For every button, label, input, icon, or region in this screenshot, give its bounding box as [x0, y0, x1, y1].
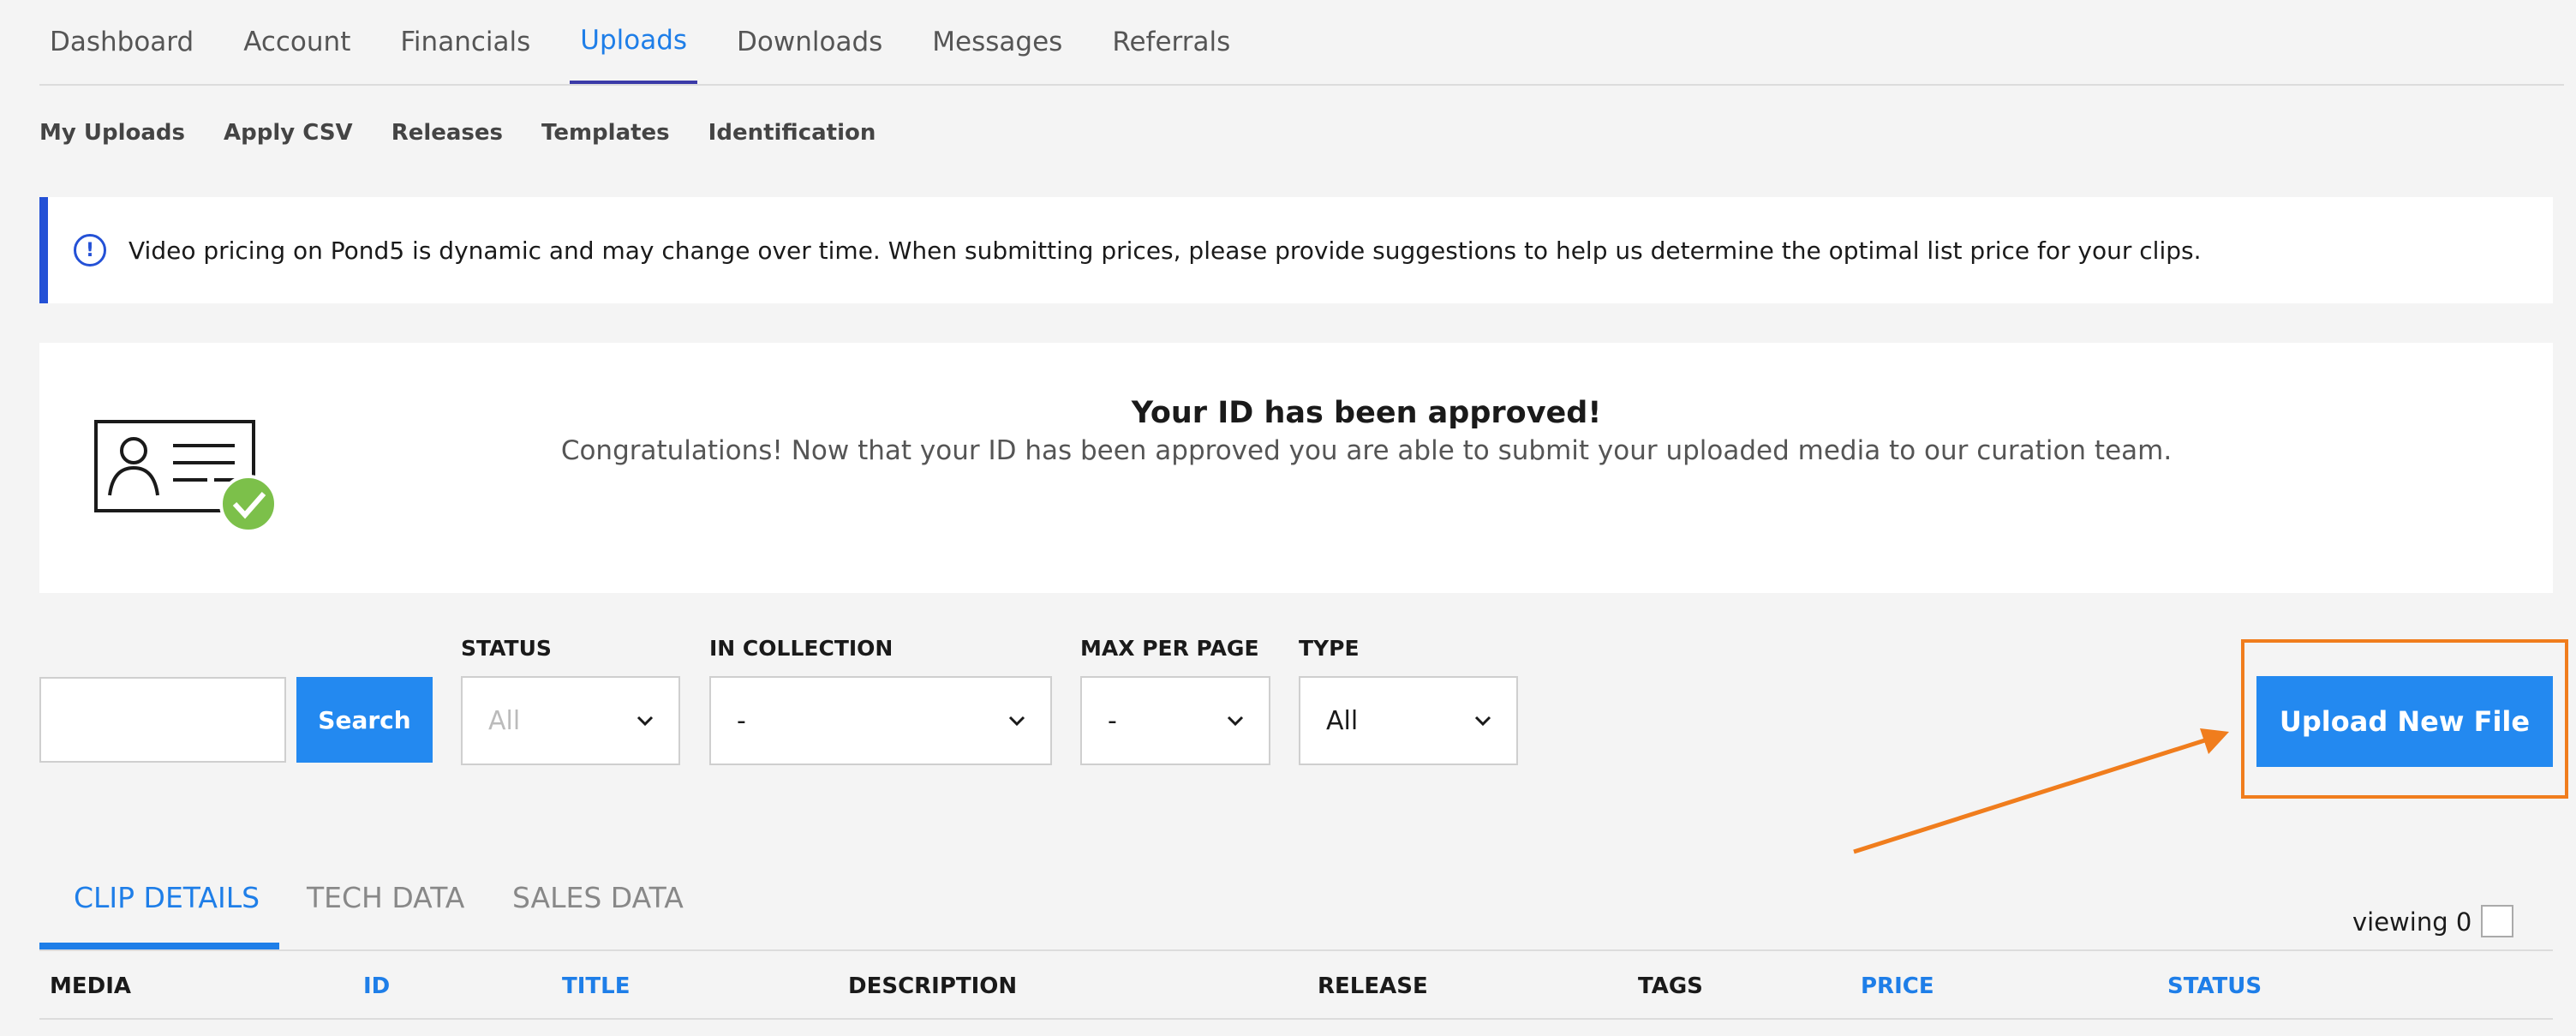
subnav-templates[interactable]: Templates — [541, 120, 670, 146]
col-description: DESCRIPTION — [848, 973, 1018, 999]
col-price[interactable]: PRICE — [1861, 973, 1934, 999]
chevron-down-icon — [1227, 716, 1244, 727]
collection-label: IN COLLECTION — [709, 636, 894, 661]
tab-tech-data[interactable]: TECH DATA — [307, 881, 464, 914]
annotation-arrow-icon — [1853, 728, 2229, 854]
select-all-checkbox[interactable] — [2481, 905, 2513, 937]
banner-text: Video pricing on Pond5 is dynamic and ma… — [129, 236, 2202, 265]
status-value: All — [488, 705, 521, 736]
chevron-down-icon — [637, 716, 654, 727]
tabs-divider — [39, 949, 2553, 951]
tab-uploads[interactable]: Uploads — [570, 0, 698, 84]
col-tags: TAGS — [1638, 973, 1703, 999]
col-status[interactable]: STATUS — [2167, 973, 2262, 999]
status-select[interactable]: All — [461, 676, 680, 765]
col-title[interactable]: TITLE — [562, 973, 630, 999]
approval-title: Your ID has been approved! — [1131, 396, 1602, 430]
approval-message: Congratulations! Now that your ID has be… — [560, 435, 2173, 466]
subnav-apply-csv[interactable]: Apply CSV — [224, 120, 353, 146]
max-per-page-value: - — [1108, 705, 1117, 736]
max-per-page-label: MAX PER PAGE — [1080, 636, 1259, 661]
tab-account[interactable]: Account — [233, 0, 361, 84]
tab-downloads[interactable]: Downloads — [726, 0, 893, 84]
tab-financials[interactable]: Financials — [390, 0, 541, 84]
max-per-page-select[interactable]: - — [1080, 676, 1270, 765]
col-media: MEDIA — [50, 973, 132, 999]
pricing-info-banner: ! Video pricing on Pond5 is dynamic and … — [39, 197, 2553, 303]
type-label: TYPE — [1299, 636, 1360, 661]
collection-value: - — [737, 705, 746, 736]
tab-referrals[interactable]: Referrals — [1102, 0, 1240, 84]
main-nav: Dashboard Account Financials Uploads Dow… — [39, 0, 2576, 86]
type-select[interactable]: All — [1299, 676, 1518, 765]
nav-divider — [39, 84, 2564, 86]
type-value: All — [1326, 705, 1359, 736]
chevron-down-icon — [1474, 716, 1491, 727]
subnav-releases[interactable]: Releases — [391, 120, 503, 146]
info-icon: ! — [74, 234, 106, 266]
col-id[interactable]: ID — [363, 973, 390, 999]
subnav-my-uploads[interactable]: My Uploads — [39, 120, 185, 146]
sub-nav: My Uploads Apply CSV Releases Templates … — [39, 120, 914, 146]
subnav-identification[interactable]: Identification — [708, 120, 876, 146]
upload-new-file-button[interactable]: Upload New File — [2256, 676, 2553, 767]
search-input[interactable] — [39, 677, 286, 763]
chevron-down-icon — [1008, 716, 1025, 727]
header-divider — [39, 1018, 2553, 1020]
search-button[interactable]: Search — [296, 677, 433, 763]
tab-dashboard[interactable]: Dashboard — [39, 0, 204, 84]
tab-sales-data[interactable]: SALES DATA — [512, 881, 684, 914]
collection-select[interactable]: - — [709, 676, 1052, 765]
viewing-count: viewing 0 — [2352, 907, 2472, 937]
approval-card — [39, 343, 2553, 593]
status-label: STATUS — [461, 636, 552, 661]
tab-messages[interactable]: Messages — [922, 0, 1073, 84]
tab-clip-details[interactable]: CLIP DETAILS — [74, 881, 260, 914]
col-release: RELEASE — [1318, 973, 1428, 999]
active-tab-indicator — [39, 943, 279, 949]
